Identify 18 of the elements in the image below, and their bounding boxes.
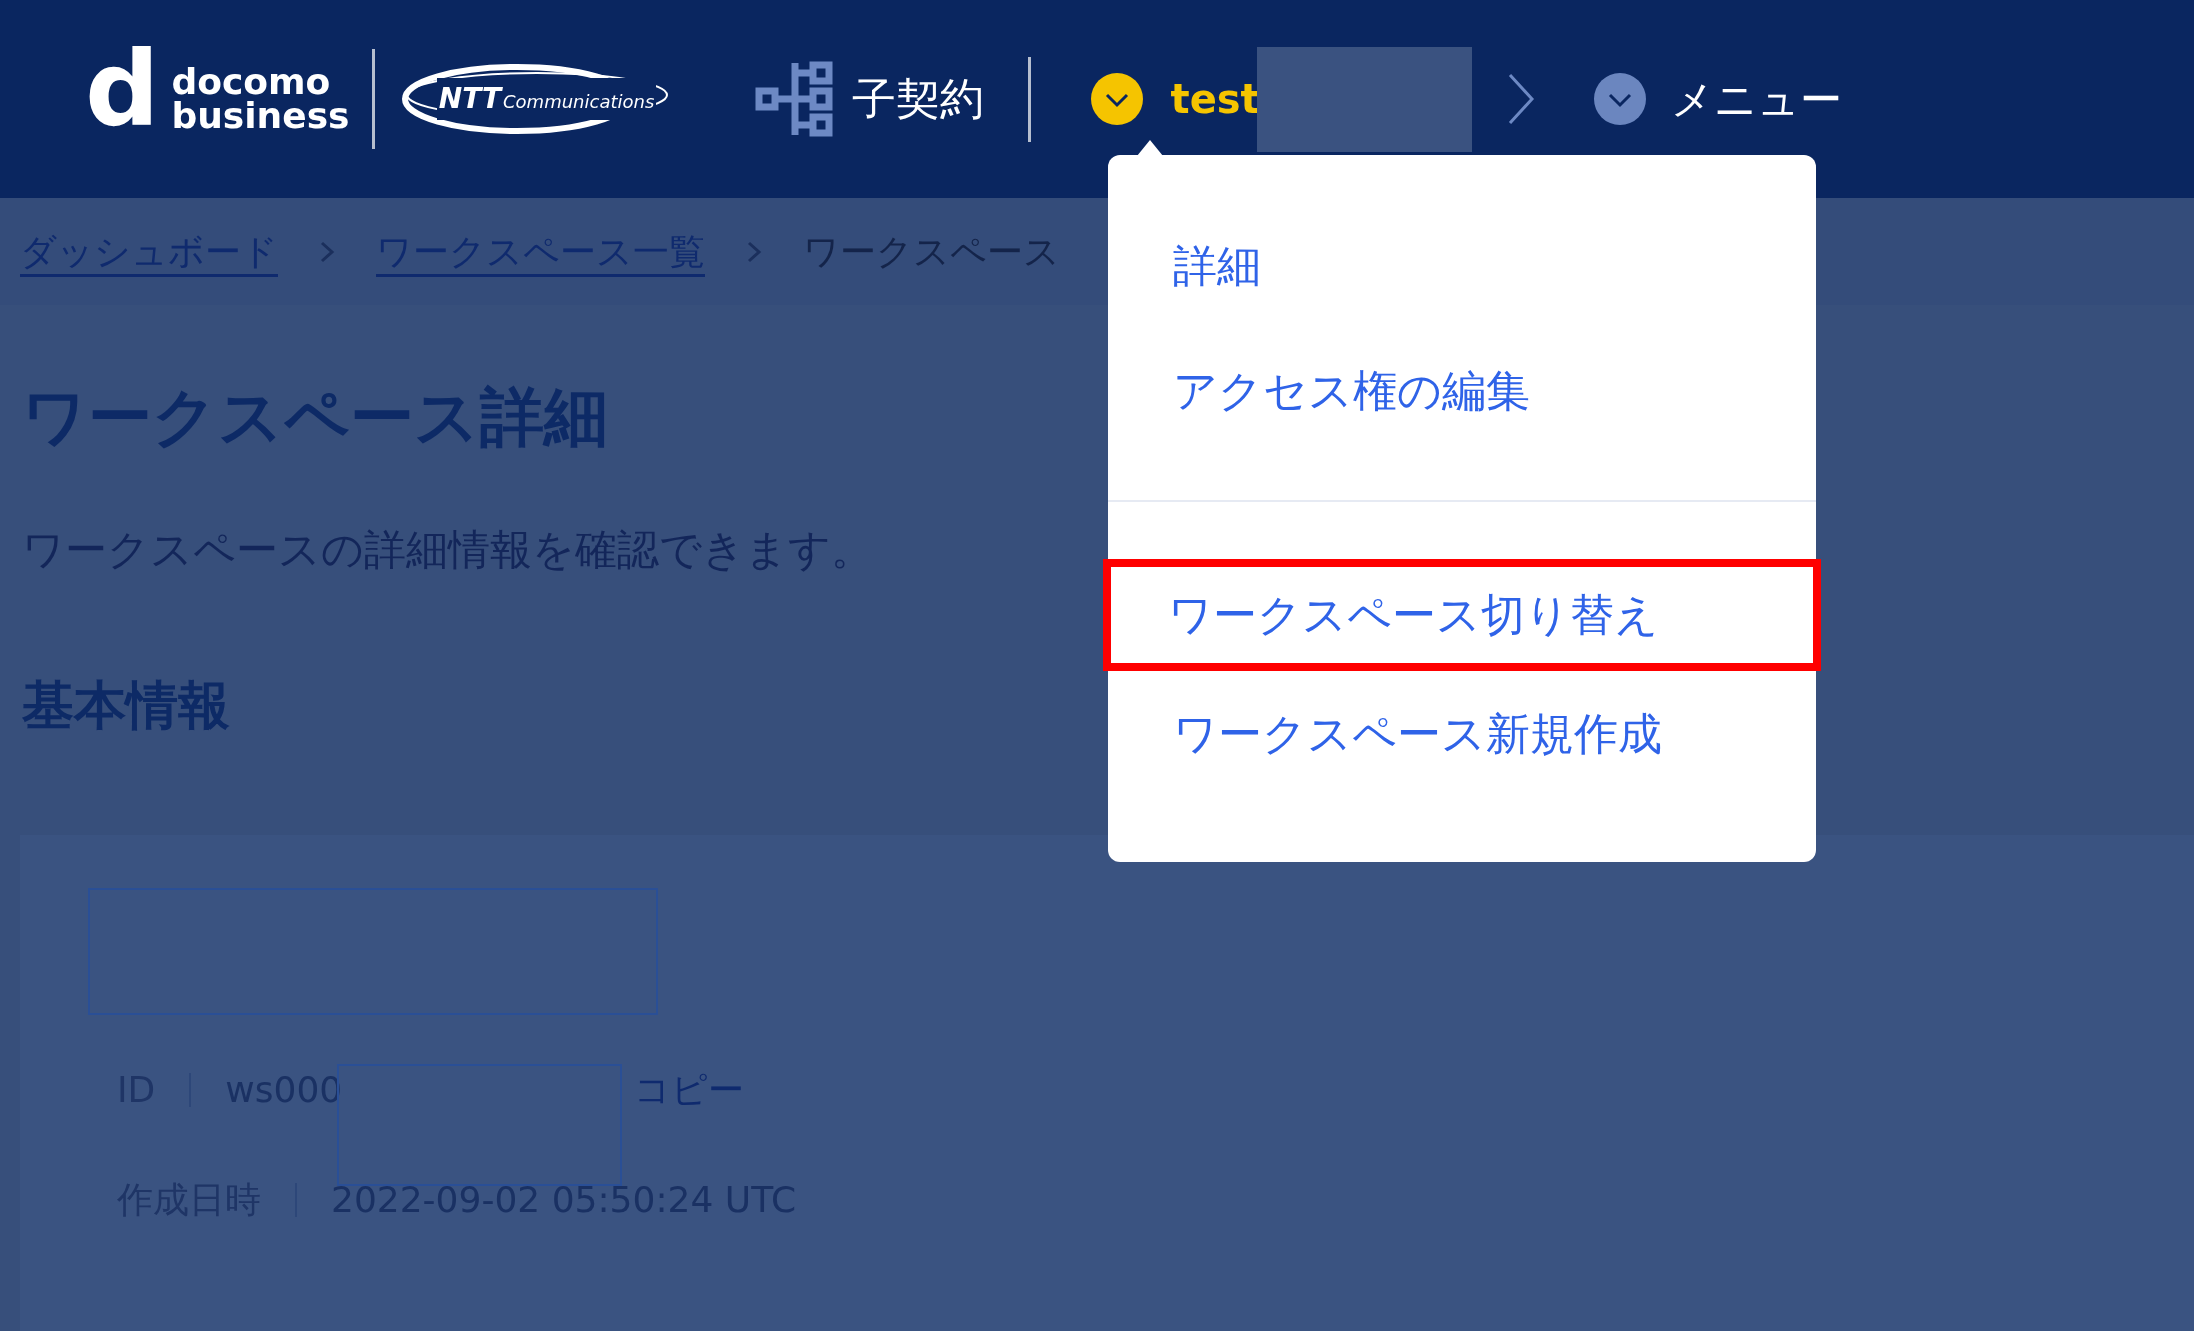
- menu-item[interactable]: アクセス権の編集: [1108, 328, 1816, 453]
- logo-text: Communications: [503, 91, 655, 114]
- workspace-name: test: [1170, 75, 1260, 124]
- workspace-dropdown-button[interactable]: test: [1090, 69, 1260, 129]
- menu-label: メニュー: [1670, 73, 1842, 126]
- logo-text: business: [171, 99, 350, 134]
- tree-icon: [754, 59, 835, 139]
- menu-item[interactable]: ワークスペース切り替え: [1103, 559, 1821, 671]
- menu-item[interactable]: 詳細: [1108, 203, 1816, 328]
- logo-text: docomo: [171, 64, 331, 99]
- logo-mark: d: [85, 37, 160, 141]
- contract-link[interactable]: 子契約: [754, 59, 984, 139]
- chevron-down-icon: [1090, 73, 1143, 125]
- contract-label: 子契約: [851, 72, 984, 126]
- logo-text: NTT: [438, 81, 502, 117]
- menu-button[interactable]: メニュー: [1593, 67, 1842, 131]
- menu-item[interactable]: ワークスペース新規作成: [1108, 671, 1816, 796]
- chevron-down-icon: [1593, 73, 1646, 125]
